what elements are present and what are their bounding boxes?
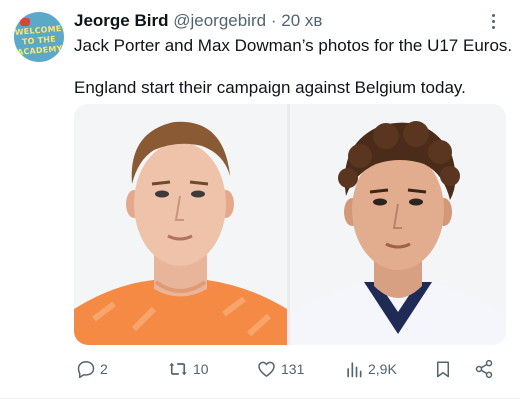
avatar-text: WELCOME TO THE ACADEMY: [14, 24, 63, 57]
retweet-icon: [167, 359, 189, 379]
author-name[interactable]: Jeorge Bird: [74, 11, 168, 30]
tweet-timestamp[interactable]: 20 хв: [281, 11, 322, 30]
more-dot: [492, 26, 495, 29]
retweet-button[interactable]: 10: [167, 356, 209, 382]
more-dot: [492, 20, 495, 23]
divider: [0, 398, 520, 399]
bookmark-button[interactable]: [434, 356, 452, 382]
media-grid: [74, 104, 506, 345]
share-button[interactable]: [474, 356, 494, 382]
views-button[interactable]: 2,9K: [344, 356, 397, 382]
reply-button[interactable]: 2: [76, 356, 108, 382]
reply-count: 2: [100, 361, 108, 377]
tweet-text-line: Jack Porter and Max Dowman’s photos for …: [74, 36, 513, 55]
retweet-count: 10: [193, 361, 209, 377]
tweet-text-line: England start their campaign against Bel…: [74, 78, 466, 97]
more-options-icon[interactable]: [488, 12, 500, 32]
like-button[interactable]: 131: [256, 356, 304, 382]
avatar-flag-mark: [20, 18, 30, 26]
more-dot: [492, 14, 495, 17]
reply-icon: [76, 359, 96, 379]
like-count: 131: [281, 361, 305, 377]
action-bar: 2 10 131 2,9K: [74, 356, 506, 382]
player-portrait-orange: [74, 104, 287, 345]
views-count: 2,9K: [368, 361, 397, 377]
author-handle[interactable]: @jeorgebird: [173, 11, 266, 30]
heart-icon: [256, 359, 277, 379]
views-icon: [344, 359, 364, 379]
header-separator: ·: [270, 11, 277, 30]
player-portrait-white: [290, 104, 506, 345]
share-icon: [474, 359, 494, 379]
tweet-text: Jack Porter and Max Dowman’s photos for …: [74, 35, 514, 98]
bookmark-icon: [434, 359, 452, 379]
avatar[interactable]: WELCOME TO THE ACADEMY: [14, 12, 64, 62]
tweet-header: Jeorge Bird @jeorgebird · 20 хв: [74, 10, 322, 32]
media-photo-left[interactable]: [74, 104, 287, 345]
media-photo-right[interactable]: [290, 104, 506, 345]
